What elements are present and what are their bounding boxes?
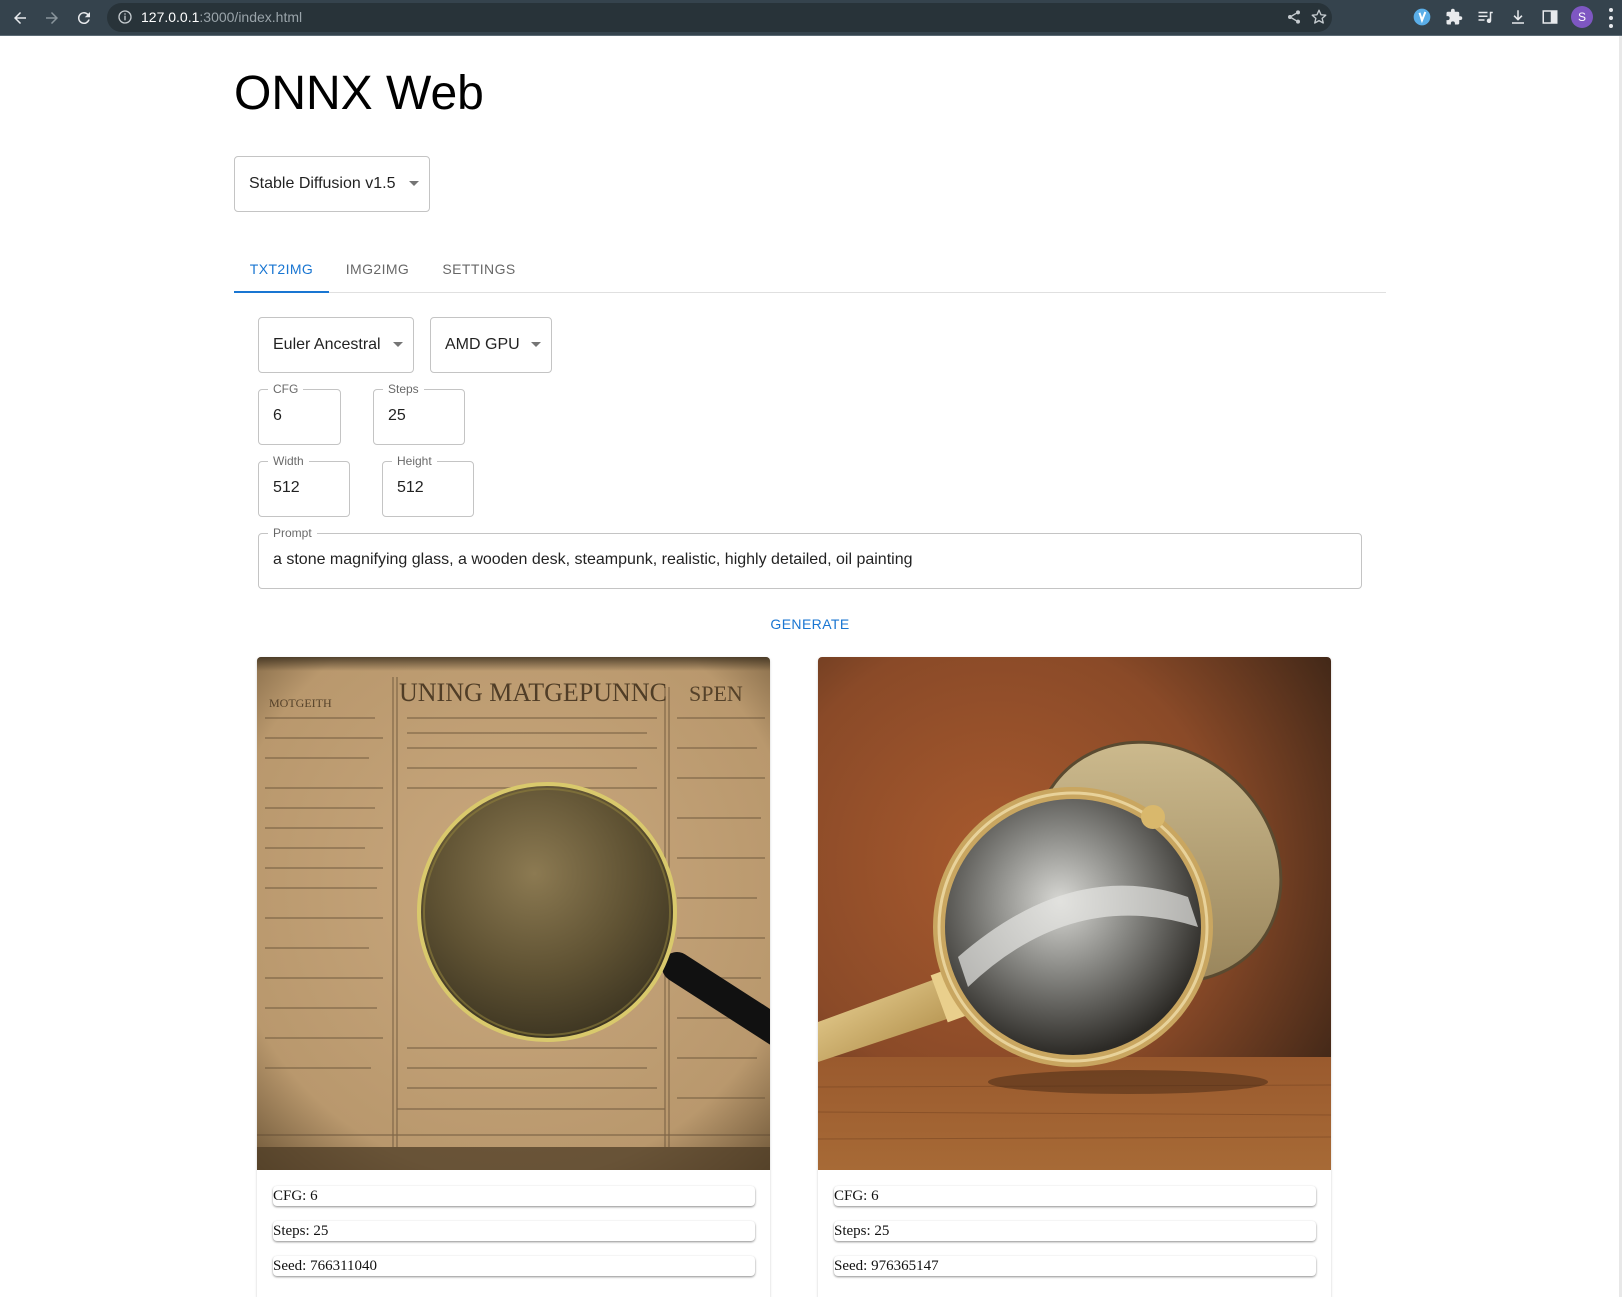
steps-field[interactable]: Steps 25 [373,382,465,445]
profile-avatar[interactable]: S [1571,6,1593,28]
puzzle-icon [1446,8,1463,25]
dropdown-arrow-icon [393,342,403,347]
width-field[interactable]: Width 512 [258,454,350,517]
steps-label: Steps [383,382,424,396]
url-text[interactable]: 127.0.0.1:3000/index.html [141,9,302,25]
download-icon [1512,10,1524,24]
seed-info: Seed: 766311040 [273,1256,755,1276]
tab-settings[interactable]: SETTINGS [426,245,532,292]
dropdown-arrow-icon [409,181,419,186]
extensions-button[interactable] [1443,6,1465,28]
height-label: Height [392,454,437,468]
generate-button[interactable]: GENERATE [762,610,858,638]
active-tab-indicator [234,291,329,293]
bookmark-star-icon[interactable] [1310,8,1328,26]
result-card: UNING MATGEPUNNC SPEN MOTGEITH CFG: 6 St… [257,657,770,1297]
url-path: :3000/index.html [199,9,303,25]
width-label: Width [268,454,309,468]
svg-text:UNING MATGEPUNNC: UNING MATGEPUNNC [399,678,667,707]
playlist-music-icon [1478,11,1493,24]
reload-icon [77,12,90,25]
arrow-left-icon [14,12,26,24]
platform-select[interactable]: AMD GPU [430,317,552,373]
result-card: CFG: 6 Steps: 25 Seed: 976365147 [818,657,1331,1297]
cfg-input[interactable]: 6 [273,407,282,425]
cfg-label: CFG [268,382,304,396]
dropdown-arrow-icon [531,342,541,347]
height-field[interactable]: Height 512 [382,454,474,517]
media-controls-button[interactable] [1475,6,1497,28]
prompt-label: Prompt [268,526,317,540]
prompt-field[interactable]: Prompt a stone magnifying glass, a woode… [258,526,1362,589]
arrow-right-icon [46,12,58,24]
prompt-input[interactable]: a stone magnifying glass, a wooden desk,… [273,551,912,569]
width-input[interactable]: 512 [273,479,300,497]
seed-info: Seed: 976365147 [834,1256,1316,1276]
tab-img2img[interactable]: IMG2IMG [329,245,426,292]
steps-info: Steps: 25 [273,1221,755,1241]
address-bar[interactable]: 127.0.0.1:3000/index.html [107,3,1332,32]
vimium-extension-icon [1413,8,1431,26]
side-panel-button[interactable] [1539,6,1561,28]
cfg-field[interactable]: CFG 6 [258,382,341,445]
cfg-info: CFG: 6 [273,1186,755,1206]
result-image: UNING MATGEPUNNC SPEN MOTGEITH [257,657,770,1170]
url-host: 127.0.0.1 [141,9,200,25]
side-panel-icon [1542,10,1558,24]
browser-menu-icon[interactable] [1608,8,1614,28]
reload-button[interactable] [72,6,96,30]
tab-txt2img[interactable]: TXT2IMG [234,245,329,292]
svg-text:SPEN: SPEN [689,681,743,706]
downloads-button[interactable] [1507,6,1529,28]
main-tabs: TXT2IMG IMG2IMG SETTINGS [234,245,1386,293]
platform-select-value: AMD GPU [445,336,520,353]
scheduler-select-value: Euler Ancestral [273,336,381,353]
cfg-info: CFG: 6 [834,1186,1316,1206]
model-select-value: Stable Diffusion v1.5 [249,175,396,192]
scheduler-select[interactable]: Euler Ancestral [258,317,414,373]
extension-v-button[interactable] [1411,6,1433,28]
share-icon[interactable] [1286,9,1302,25]
brass-magnifier-image [818,657,1331,1170]
browser-toolbar: 127.0.0.1:3000/index.html S [0,0,1622,36]
steps-info: Steps: 25 [834,1221,1316,1241]
svg-text:MOTGEITH: MOTGEITH [269,696,332,710]
newspaper-magnifier-image: UNING MATGEPUNNC SPEN MOTGEITH [257,657,770,1170]
model-select[interactable]: Stable Diffusion v1.5 [234,156,430,212]
height-input[interactable]: 512 [397,479,424,497]
page-title: ONNX Web [234,67,484,120]
forward-button[interactable] [40,6,64,30]
info-icon[interactable] [117,9,133,25]
steps-input[interactable]: 25 [388,407,406,425]
result-image [818,657,1331,1170]
back-button[interactable] [8,6,32,30]
